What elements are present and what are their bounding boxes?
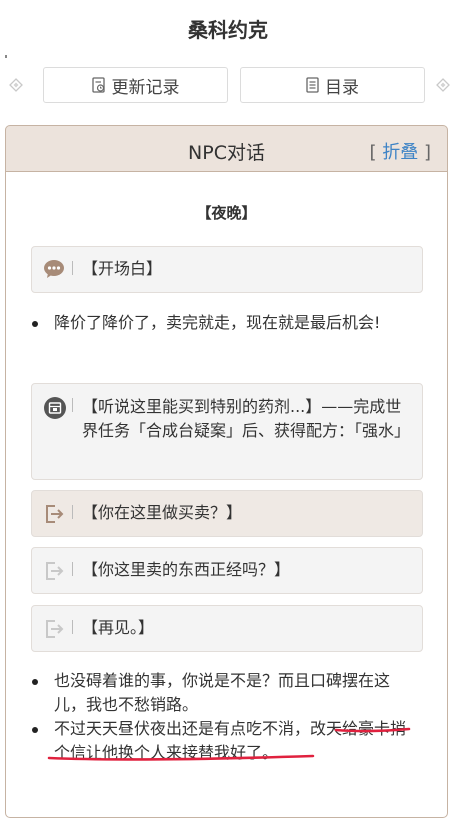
collapse-link[interactable]: 折叠 [382,142,418,163]
update-log-icon [91,77,106,93]
divider [72,620,73,634]
dialogue-option[interactable]: 【听说这里能买到特别的药剂...】——完成世界任务「合成台疑案」后、获得配方：「… [31,383,423,480]
panel-header: NPC对话 [ 折叠 ] [6,126,447,172]
divider [72,505,73,519]
right-arrow-icon[interactable] [436,78,450,92]
contents-icon [306,77,319,93]
contents-label: 目录 [325,77,359,98]
stray-mark [5,55,7,58]
divider [72,261,73,275]
collapse-bracket-right: ] [423,142,431,163]
exit-icon [43,618,65,644]
divider [72,398,73,412]
option-text: 【你在这里做买卖？】 [82,503,243,522]
speech-bubble-icon [43,259,65,283]
collapse-bracket-left: [ [369,142,377,163]
exit-icon [43,560,65,586]
npc-dialogue-panel: NPC对话 [ 折叠 ] 【夜晚】 【开场白】 降价了降价了，卖完就走，现在就是… [5,125,448,818]
dialogue-option[interactable]: 【你这里卖的东西正经吗？】 [31,547,423,594]
update-log-button[interactable]: 更新记录 [43,67,228,103]
section-heading: 【夜晚】 [196,204,257,222]
opening-label-text: 【开场白】 [82,259,163,278]
exit-icon [43,503,65,529]
quest-icon [43,396,67,424]
dialogue-option[interactable]: 【你在这里做买卖？】 [31,490,423,537]
left-arrow-icon[interactable] [9,78,23,92]
divider [72,562,73,576]
collapse-toggle[interactable]: [ 折叠 ] [369,138,431,164]
opening-lines: 降价了降价了，卖完就走，现在就是最后机会! [30,311,420,335]
option-text: 【再见。】 [82,618,155,637]
dialogue-line: 也没碍着谁的事，你说是不是？而且口碑摆在这儿，我也不愁销路。 [30,669,420,717]
dialogue-line: 降价了降价了，卖完就走，现在就是最后机会! [30,311,420,335]
dialogue-option[interactable]: 【再见。】 [31,605,423,652]
update-log-label: 更新记录 [111,77,180,98]
opening-label: 【开场白】 [31,246,423,293]
page-title: 桑科约克 [188,18,268,42]
option-text: 【你这里卖的东西正经吗？】 [82,560,291,579]
option-text: 【听说这里能买到特别的药剂...】——完成世界任务「合成台疑案」后、获得配方：「… [82,397,411,440]
red-underline-annotation [47,727,411,761]
contents-button[interactable]: 目录 [240,67,425,103]
